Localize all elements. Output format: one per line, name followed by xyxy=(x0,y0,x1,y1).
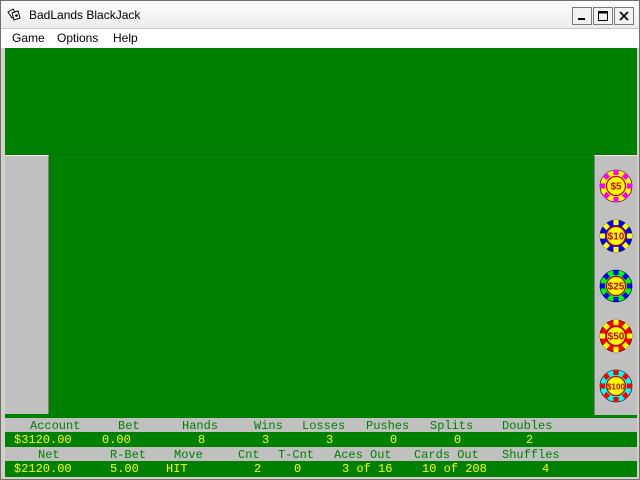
value-cnt: 2 xyxy=(254,462,262,476)
stats-header-row-1: Account Bet Hands Wins Losses Pushes Spl… xyxy=(5,418,637,433)
maximize-button[interactable] xyxy=(593,7,613,25)
header-losses: Losses xyxy=(302,419,346,433)
chip-spot xyxy=(626,283,633,289)
menu-help[interactable]: Help xyxy=(113,31,138,45)
blackjack-table: $5 $10 $25 $50 $100 xyxy=(5,48,637,416)
header-r-bet: R-Bet xyxy=(110,448,147,462)
chip-25[interactable]: $25 xyxy=(598,268,634,304)
chip-spot xyxy=(613,246,619,253)
value-shuffles: 4 xyxy=(542,462,550,476)
chip-spot xyxy=(599,383,606,389)
menu-game[interactable]: Game xyxy=(12,31,45,45)
stats-header-row-2: Net R-Bet Move Cnt T-Cnt Aces Out Cards … xyxy=(5,447,637,462)
value-bet: 0.00 xyxy=(102,433,131,447)
value-pushes: 0 xyxy=(390,433,398,447)
chip-50[interactable]: $50 xyxy=(598,318,634,354)
chip-spot xyxy=(613,369,619,376)
app-window: BadLands BlackJack Game Options Help $5 … xyxy=(0,0,640,480)
close-icon xyxy=(619,11,629,21)
value-wins: 3 xyxy=(262,433,270,447)
chip-spot xyxy=(626,333,633,339)
value-hands: 8 xyxy=(198,433,206,447)
header-aces-out: Aces Out xyxy=(334,448,392,462)
chip-spot xyxy=(613,319,619,326)
value-r-bet: 5.00 xyxy=(110,462,139,476)
chip-spot xyxy=(626,383,633,389)
minimize-button[interactable] xyxy=(572,7,592,25)
chip-spot xyxy=(599,333,606,339)
chip-10[interactable]: $10 xyxy=(598,218,634,254)
stats-value-row-2: $2120.00 5.00 HIT 2 0 3 of 16 10 of 208 … xyxy=(5,461,637,476)
stats-value-row-1: $3120.00 0.00 8 3 3 0 0 2 xyxy=(5,432,637,447)
value-aces-out: 3 of 16 xyxy=(342,462,393,476)
header-doubles: Doubles xyxy=(502,419,553,433)
title-bar[interactable]: BadLands BlackJack xyxy=(1,1,639,29)
chip-spot xyxy=(613,219,619,226)
chip-spot xyxy=(613,196,619,203)
chip-spot xyxy=(626,183,633,189)
chip-label: $5 xyxy=(610,182,622,193)
header-move: Move xyxy=(174,448,203,462)
header-account: Account xyxy=(30,419,81,433)
chip-spot xyxy=(626,233,633,239)
header-cnt: Cnt xyxy=(238,448,260,462)
chip-spot xyxy=(613,346,619,353)
value-splits: 0 xyxy=(454,433,462,447)
value-move: HIT xyxy=(166,462,188,476)
value-losses: 3 xyxy=(326,433,334,447)
header-bet: Bet xyxy=(118,419,140,433)
header-net: Net xyxy=(38,448,60,462)
card-shoe xyxy=(5,155,49,414)
close-button[interactable] xyxy=(614,7,634,25)
menu-options[interactable]: Options xyxy=(57,31,98,45)
header-splits: Splits xyxy=(430,419,474,433)
minimize-icon xyxy=(578,18,585,20)
dealer-area xyxy=(5,48,637,155)
chip-spot xyxy=(599,183,606,189)
chip-label: $10 xyxy=(608,232,625,243)
header-cards-out: Cards Out xyxy=(414,448,479,462)
chip-spot xyxy=(613,169,619,176)
window-title: BadLands BlackJack xyxy=(29,8,141,22)
chip-spot xyxy=(613,396,619,403)
value-account: $3120.00 xyxy=(14,433,72,447)
header-wins: Wins xyxy=(254,419,283,433)
chip-label: $100 xyxy=(607,383,625,392)
value-net: $2120.00 xyxy=(14,462,72,476)
menu-bar: Game Options Help xyxy=(1,29,639,48)
maximize-icon xyxy=(598,11,608,21)
chip-spot xyxy=(613,269,619,276)
chip-spot xyxy=(599,283,606,289)
header-pushes: Pushes xyxy=(366,419,410,433)
chip-label: $50 xyxy=(608,332,625,343)
stats-panel: Account Bet Hands Wins Losses Pushes Spl… xyxy=(5,416,637,477)
value-cards-out: 10 of 208 xyxy=(422,462,487,476)
chip-label: $25 xyxy=(608,282,625,293)
chip-rack: $5 $10 $25 $50 $100 xyxy=(594,155,637,415)
chip-5[interactable]: $5 xyxy=(598,168,634,204)
header-hands: Hands xyxy=(182,419,219,433)
chip-spot xyxy=(599,233,606,239)
card-fan-icon xyxy=(7,8,21,21)
header-shuffles: Shuffles xyxy=(502,448,560,462)
value-t-cnt: 0 xyxy=(294,462,302,476)
chip-100[interactable]: $100 xyxy=(598,368,634,404)
value-doubles: 2 xyxy=(526,433,534,447)
header-t-cnt: T-Cnt xyxy=(278,448,315,462)
chip-spot xyxy=(613,296,619,303)
